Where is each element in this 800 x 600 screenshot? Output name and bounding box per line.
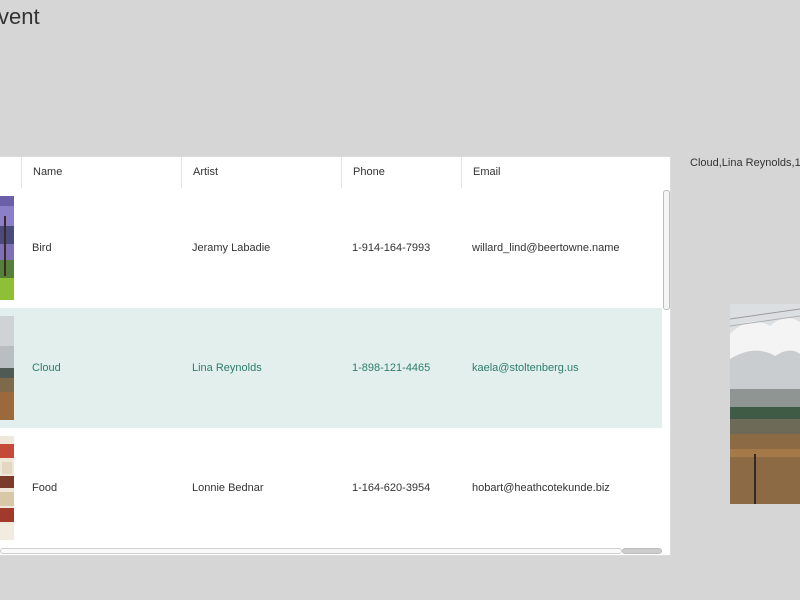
horizontal-scrollbar-track[interactable] bbox=[0, 548, 622, 554]
cell-artist: Lina Reynolds bbox=[192, 362, 262, 374]
column-header-name[interactable]: Name bbox=[21, 157, 181, 188]
vertical-scrollbar[interactable] bbox=[662, 188, 670, 550]
food-photo bbox=[0, 436, 14, 540]
cell-email: kaela@stoltenberg.us bbox=[472, 362, 579, 374]
horizontal-scrollbar[interactable] bbox=[0, 547, 662, 555]
cell-phone: 1-898-121-4465 bbox=[352, 362, 431, 374]
cloud-photo bbox=[0, 316, 14, 420]
table-row[interactable]: Bird Jeramy Labadie 1-914-164-7993 willa… bbox=[0, 188, 662, 308]
cell-phone: 1-164-620-3954 bbox=[352, 482, 431, 494]
data-grid: Name Artist Phone Email Bird Jeramy Laba… bbox=[0, 156, 671, 556]
column-header-phone[interactable]: Phone bbox=[341, 157, 461, 188]
column-header-artist[interactable]: Artist bbox=[181, 157, 341, 188]
vertical-scrollbar-thumb[interactable] bbox=[663, 190, 670, 310]
cell-phone: 1-914-164-7993 bbox=[352, 242, 431, 254]
column-header-email[interactable]: Email bbox=[461, 157, 670, 188]
cell-artist: Jeramy Labadie bbox=[192, 242, 271, 254]
cell-artist: Lonnie Bednar bbox=[192, 482, 264, 494]
table-row-selected[interactable]: Cloud Lina Reynolds 1-898-121-4465 kaela… bbox=[0, 308, 662, 428]
cell-name: Food bbox=[32, 482, 58, 494]
cell-email: willard_lind@beertowne.name bbox=[472, 242, 620, 254]
selected-image-preview bbox=[730, 304, 800, 504]
cell-name: Cloud bbox=[32, 362, 61, 374]
bird-photo bbox=[0, 196, 14, 300]
grid-header: Name Artist Phone Email bbox=[0, 157, 670, 189]
table-row[interactable]: Food Lonnie Bednar 1-164-620-3954 hobart… bbox=[0, 428, 662, 548]
cell-email: hobart@heathcotekunde.biz bbox=[472, 482, 610, 494]
selection-summary: Cloud,Lina Reynolds,1 bbox=[690, 157, 800, 169]
page: vent Name Artist Phone Email Bird Jeramy… bbox=[0, 0, 800, 600]
page-title: vent bbox=[0, 4, 40, 29]
horizontal-scrollbar-thumb[interactable] bbox=[622, 548, 662, 554]
cell-name: Bird bbox=[32, 242, 52, 254]
